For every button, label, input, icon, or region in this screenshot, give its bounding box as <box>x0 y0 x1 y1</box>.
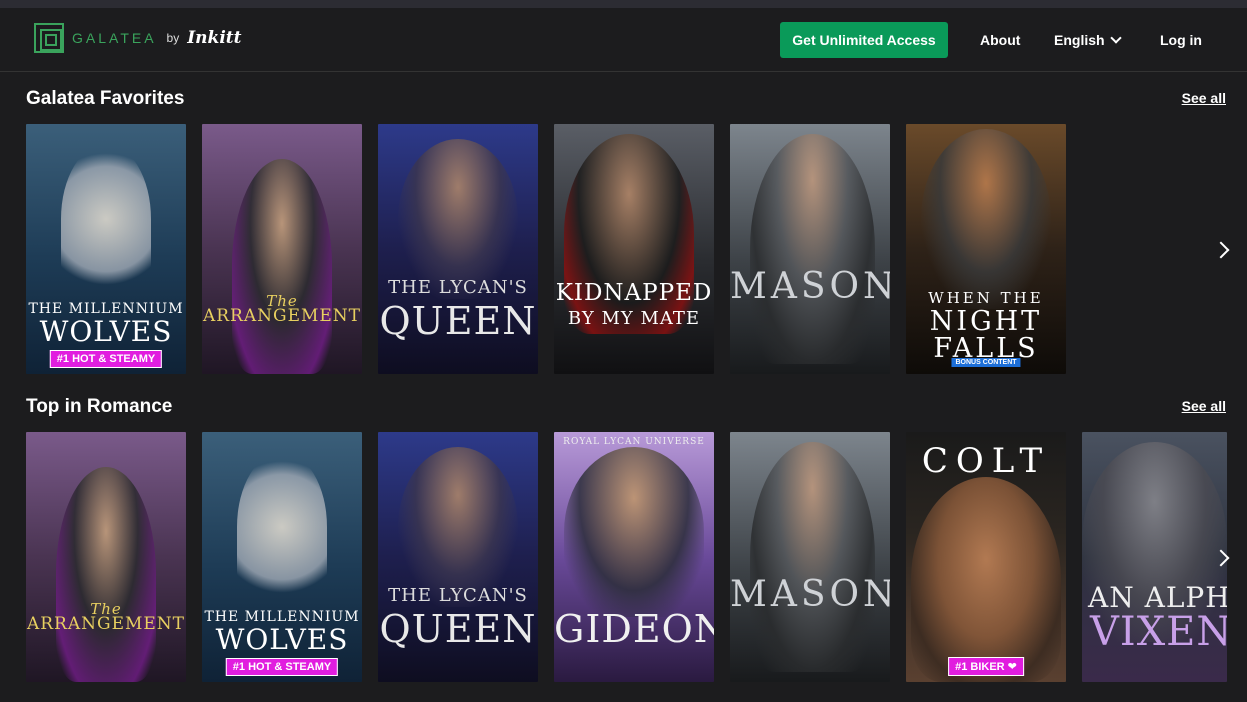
book-title-top: ROYAL LYCAN UNIVERSE <box>563 437 705 447</box>
logo-text: GALATEA <box>72 30 157 46</box>
book-title-main: QUEEN <box>379 607 537 651</box>
book-badge: BONUS CONTENT <box>951 358 1021 367</box>
book-cover[interactable]: THE LYCAN'S QUEEN <box>378 432 538 682</box>
book-title-main: MASON <box>730 266 890 307</box>
book-title-main: WOLVES <box>215 623 349 656</box>
cover-figure <box>61 144 151 294</box>
book-title-main: BY MY MATE <box>567 308 701 329</box>
chevron-down-icon <box>1109 31 1122 44</box>
galatea-logo[interactable]: GALATEA by Inkitt <box>34 23 242 53</box>
cover-figure <box>398 447 518 607</box>
site-header: GALATEA by Inkitt Get Unlimited Access A… <box>0 8 1247 72</box>
book-badge: #1 HOT & STEAMY <box>49 350 163 368</box>
book-badge: #1 HOT & STEAMY <box>225 658 339 676</box>
language-selector[interactable]: English <box>1054 31 1122 48</box>
cover-figure <box>398 139 518 299</box>
book-carousel-romance: The ARRANGEMENT THE MILLENNIUM WOLVES #1… <box>26 432 1247 682</box>
login-link[interactable]: Log in <box>1160 32 1202 48</box>
book-title-top: THE LYCAN'S <box>388 277 528 298</box>
book-title-top: THE MILLENNIUM <box>28 301 184 317</box>
book-cover[interactable]: The ARRANGEMENT <box>202 124 362 374</box>
section-title-galatea-favorites: Galatea Favorites <box>26 88 185 109</box>
book-title-main: NIGHT FALLS <box>929 306 1043 364</box>
cover-figure <box>237 452 327 602</box>
book-title-main: ARRANGEMENT <box>202 306 362 326</box>
top-strip <box>0 0 1247 8</box>
language-label: English <box>1054 32 1105 48</box>
book-title-top: AN ALPHA <box>1088 581 1227 614</box>
chevron-right-icon[interactable] <box>1212 241 1230 259</box>
section-title-top-in-romance: Top in Romance <box>26 396 173 417</box>
book-title-top: WHEN THE <box>928 289 1044 307</box>
see-all-link[interactable]: See all <box>1182 90 1226 106</box>
cover-figure <box>750 442 875 672</box>
book-carousel-favorites: THE MILLENNIUM WOLVES #1 HOT & STEAMY Th… <box>26 124 1247 374</box>
galatea-logo-icon <box>34 23 64 53</box>
cover-figure <box>921 129 1051 309</box>
book-cover[interactable]: MASON <box>730 124 890 374</box>
book-cover[interactable]: KIDNAPPED BY MY MATE <box>554 124 714 374</box>
book-cover[interactable]: MASON <box>730 432 890 682</box>
cover-figure <box>911 477 1061 682</box>
book-cover[interactable]: AN ALPHA VIXEN <box>1082 432 1227 682</box>
book-title-main: MASON <box>730 574 890 615</box>
book-title-top: COLT <box>921 441 1051 481</box>
book-cover[interactable]: WHEN THE NIGHT FALLS BONUS CONTENT <box>906 124 1066 374</box>
see-all-link[interactable]: See all <box>1182 398 1226 414</box>
book-title-top: THE MILLENNIUM <box>204 609 360 625</box>
book-title-main: QUEEN <box>379 299 537 343</box>
book-cover[interactable]: THE MILLENNIUM WOLVES #1 HOT & STEAMY <box>202 432 362 682</box>
book-cover[interactable]: THE LYCAN'S QUEEN <box>378 124 538 374</box>
book-badge: #1 BIKER ❤ <box>948 657 1024 676</box>
cover-figure <box>232 159 332 374</box>
book-title-main: WOLVES <box>39 315 173 348</box>
book-title-main: GIDEON <box>554 607 714 651</box>
get-unlimited-access-button[interactable]: Get Unlimited Access <box>780 22 948 58</box>
book-title-top: KIDNAPPED <box>555 280 713 306</box>
logo-inkitt: Inkitt <box>187 28 242 48</box>
cover-figure <box>750 134 875 364</box>
book-cover[interactable]: ROYAL LYCAN UNIVERSE GIDEON <box>554 432 714 682</box>
logo-by: by <box>166 31 180 45</box>
book-title-top: THE LYCAN'S <box>388 585 528 606</box>
cover-figure <box>564 447 704 617</box>
book-title-main: VIXEN <box>1090 609 1227 655</box>
book-title-main: ARRANGEMENT <box>26 614 186 634</box>
book-cover[interactable]: COLT #1 BIKER ❤ <box>906 432 1066 682</box>
nav-about-link[interactable]: About <box>980 32 1020 48</box>
book-cover[interactable]: THE MILLENNIUM WOLVES #1 HOT & STEAMY <box>26 124 186 374</box>
cover-figure <box>56 467 156 682</box>
book-cover[interactable]: The ARRANGEMENT <box>26 432 186 682</box>
